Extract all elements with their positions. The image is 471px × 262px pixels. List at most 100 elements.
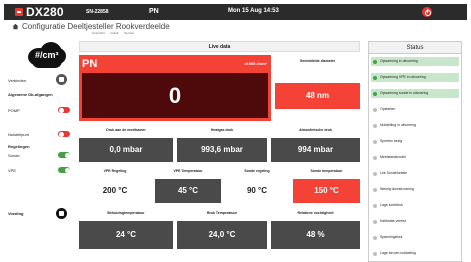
pump-toggle[interactable] — [58, 107, 70, 113]
heat-gas-pressure-label: Heatgas druk — [210, 128, 234, 132]
atmospheric-pressure-tile: Atmosferische druk 994 mbar — [271, 128, 360, 164]
mode-indicator: PN — [149, 8, 159, 15]
power-icon[interactable] — [422, 7, 432, 17]
left-panel: #/cm³ Verbinden Algemene Db-afgangen POM… — [8, 36, 76, 260]
status-indicator-icon — [373, 155, 377, 160]
housing-temperature-label: Behuizingtemperatuur — [107, 211, 145, 215]
app-title: DX280 — [26, 5, 64, 19]
chamber-pressure-label: Druk aan de meetkamer — [106, 128, 146, 132]
diameter-label: Gemiddelde diameter — [299, 59, 336, 63]
status-indicator-icon — [373, 91, 377, 96]
vpe-temperature-tile: VPE Temperatuur 45 °C — [155, 169, 221, 205]
top-bar: DX280 SN-22858 PN Mon 15 Aug 14:53 — [4, 4, 467, 20]
tab-overview[interactable]: Overzicht — [92, 31, 105, 35]
status-indicator-icon — [373, 251, 377, 256]
particle-cloud-icon: #/cm³ — [22, 40, 68, 70]
vpe-temperature-value: 45 °C — [155, 179, 221, 203]
status-indicator-icon — [373, 59, 377, 64]
clock: Mon 15 Aug 14:53 — [228, 8, 279, 14]
diameter-value: 48 nm — [275, 83, 360, 109]
status-item-label: Lek Sondefunktie — [380, 171, 408, 175]
status-indicator-icon — [373, 123, 377, 128]
status-item-label: Spoelen bezig — [380, 139, 403, 143]
cloud-label: #/cm³ — [35, 50, 59, 60]
status-item: Nulstelling in uitvoering — [371, 121, 459, 130]
humidity-label: Relatieve vochtigheid — [297, 211, 334, 215]
status-indicator-icon — [373, 107, 377, 112]
status-item: Lage stroom nullwaling — [371, 249, 459, 258]
pn-value: 0 — [82, 73, 268, 118]
controls-label: Regelingen — [8, 144, 30, 149]
probe-temperature-label: Sonde temperatuur — [310, 169, 343, 173]
serial-number: SN-22858 — [86, 9, 109, 15]
status-item-label: Weinig doorstrooming — [380, 187, 414, 191]
tab-settings[interactable]: Instell — [111, 31, 119, 35]
atmospheric-pressure-label: Atmosferische druk — [299, 128, 332, 132]
status-indicator-icon — [373, 203, 377, 208]
status-item: Meetstandmodel — [371, 153, 459, 162]
pn-label: PN — [82, 58, 98, 70]
status-item: Opwarming VPE in uitvoering — [371, 73, 459, 82]
chamber-pressure-tile: Druk aan de meetkamer 0,0 mbar — [79, 128, 173, 164]
probe-temperature-value: 150 °C — [293, 179, 360, 203]
status-item-label: Opwarming VPE in uitvoering — [380, 75, 426, 79]
brand-logo-icon — [15, 8, 23, 16]
live-data-panel: Live data PN x1000 #/cm³ 0 Gemiddelde di… — [79, 41, 360, 262]
status-item: Spanningsfout — [371, 233, 459, 242]
breadcrumb-title: Configuratie Deeltjesteller Rookverdeeld… — [22, 22, 170, 31]
heat-gas-pressure-value: 993,6 mbar — [177, 138, 267, 162]
general-settings-label: Algemene Db-afgangen — [8, 92, 53, 97]
probe-toggle[interactable] — [58, 152, 70, 158]
vpe-setpoint-label: VPE Regeling — [103, 169, 127, 173]
zeroing-toggle[interactable] — [58, 131, 70, 137]
status-indicator-icon — [373, 219, 377, 224]
status-item-label: Opwarming in uitvoering — [380, 59, 418, 63]
vpe-setpoint-tile: VPE Regeling 200 °C — [79, 169, 151, 205]
heat-gas-pressure-tile: Heatgas druk 993,6 mbar — [177, 128, 267, 164]
probe-setpoint-value: 90 °C — [246, 186, 268, 195]
status-indicator-icon — [373, 171, 377, 176]
pump-label: POMP — [8, 108, 20, 113]
status-item: Lage luchtdruk — [371, 201, 459, 210]
probe-setpoint-tile: Sonde regeling 90 °C — [225, 169, 289, 205]
probe-label: Sonde — [8, 153, 20, 158]
bruk-temperature-value: 24,0 °C — [177, 221, 267, 249]
bruk-temperature-tile: Bruk Temperatuur 24,0 °C — [177, 211, 267, 251]
status-item: Lek Sondefunktie — [371, 169, 459, 178]
status-item-label: Nulstelling in uitvoering — [380, 123, 416, 127]
vpe-temperature-label: VPE Temperatuur — [173, 169, 203, 173]
status-item: Opwarming sonde in uitvoering — [371, 89, 459, 98]
humidity-value: 48 % — [271, 221, 360, 249]
status-item-label: Lage stroom nullwaling — [380, 251, 416, 255]
home-icon[interactable] — [12, 23, 19, 30]
live-data-header: Live data — [79, 41, 360, 52]
pn-tile: PN x1000 #/cm³ 0 — [79, 55, 271, 121]
pn-unit: x1000 #/cm³ — [244, 61, 267, 66]
status-item-label: Opstarten — [380, 107, 396, 111]
status-item-label: Opwarming sonde in uitvoering — [380, 91, 429, 95]
connect-button[interactable] — [56, 74, 67, 85]
housing-temperature-tile: Behuizingtemperatuur 24 °C — [79, 211, 173, 251]
status-item: Opstarten — [371, 105, 459, 114]
vpe-toggle[interactable] — [58, 167, 70, 173]
status-item: Opwarming in uitvoering — [371, 57, 459, 66]
chamber-pressure-value: 0,0 mbar — [79, 138, 173, 162]
vpe-setpoint-value: 200 °C — [102, 186, 128, 195]
zeroing-label: Nulstellpunt — [8, 132, 29, 137]
probe-setpoint-label: Sonde regeling — [244, 169, 270, 173]
tab-service[interactable]: Service — [124, 31, 134, 35]
power-supply-label: Voeding — [8, 211, 24, 216]
status-indicator-icon — [373, 235, 377, 240]
vpe-label: VPE — [8, 168, 17, 173]
status-indicator-icon — [373, 187, 377, 192]
power-supply-button[interactable] — [56, 208, 67, 219]
housing-temperature-value: 24 °C — [79, 221, 173, 249]
status-item: Spoelen bezig — [371, 137, 459, 146]
bruk-temperature-label: Bruk Temperatuur — [206, 211, 238, 215]
status-header: Status — [369, 42, 461, 54]
status-panel: Status Opwarming in uitvoering Opwarming … — [368, 41, 462, 262]
sub-tabs: Overzicht Instell Service — [92, 31, 139, 35]
probe-temperature-tile: Sonde temperatuur 150 °C — [293, 169, 360, 205]
status-indicator-icon — [373, 139, 377, 144]
status-item-label: Meetstandmodel — [380, 155, 406, 159]
